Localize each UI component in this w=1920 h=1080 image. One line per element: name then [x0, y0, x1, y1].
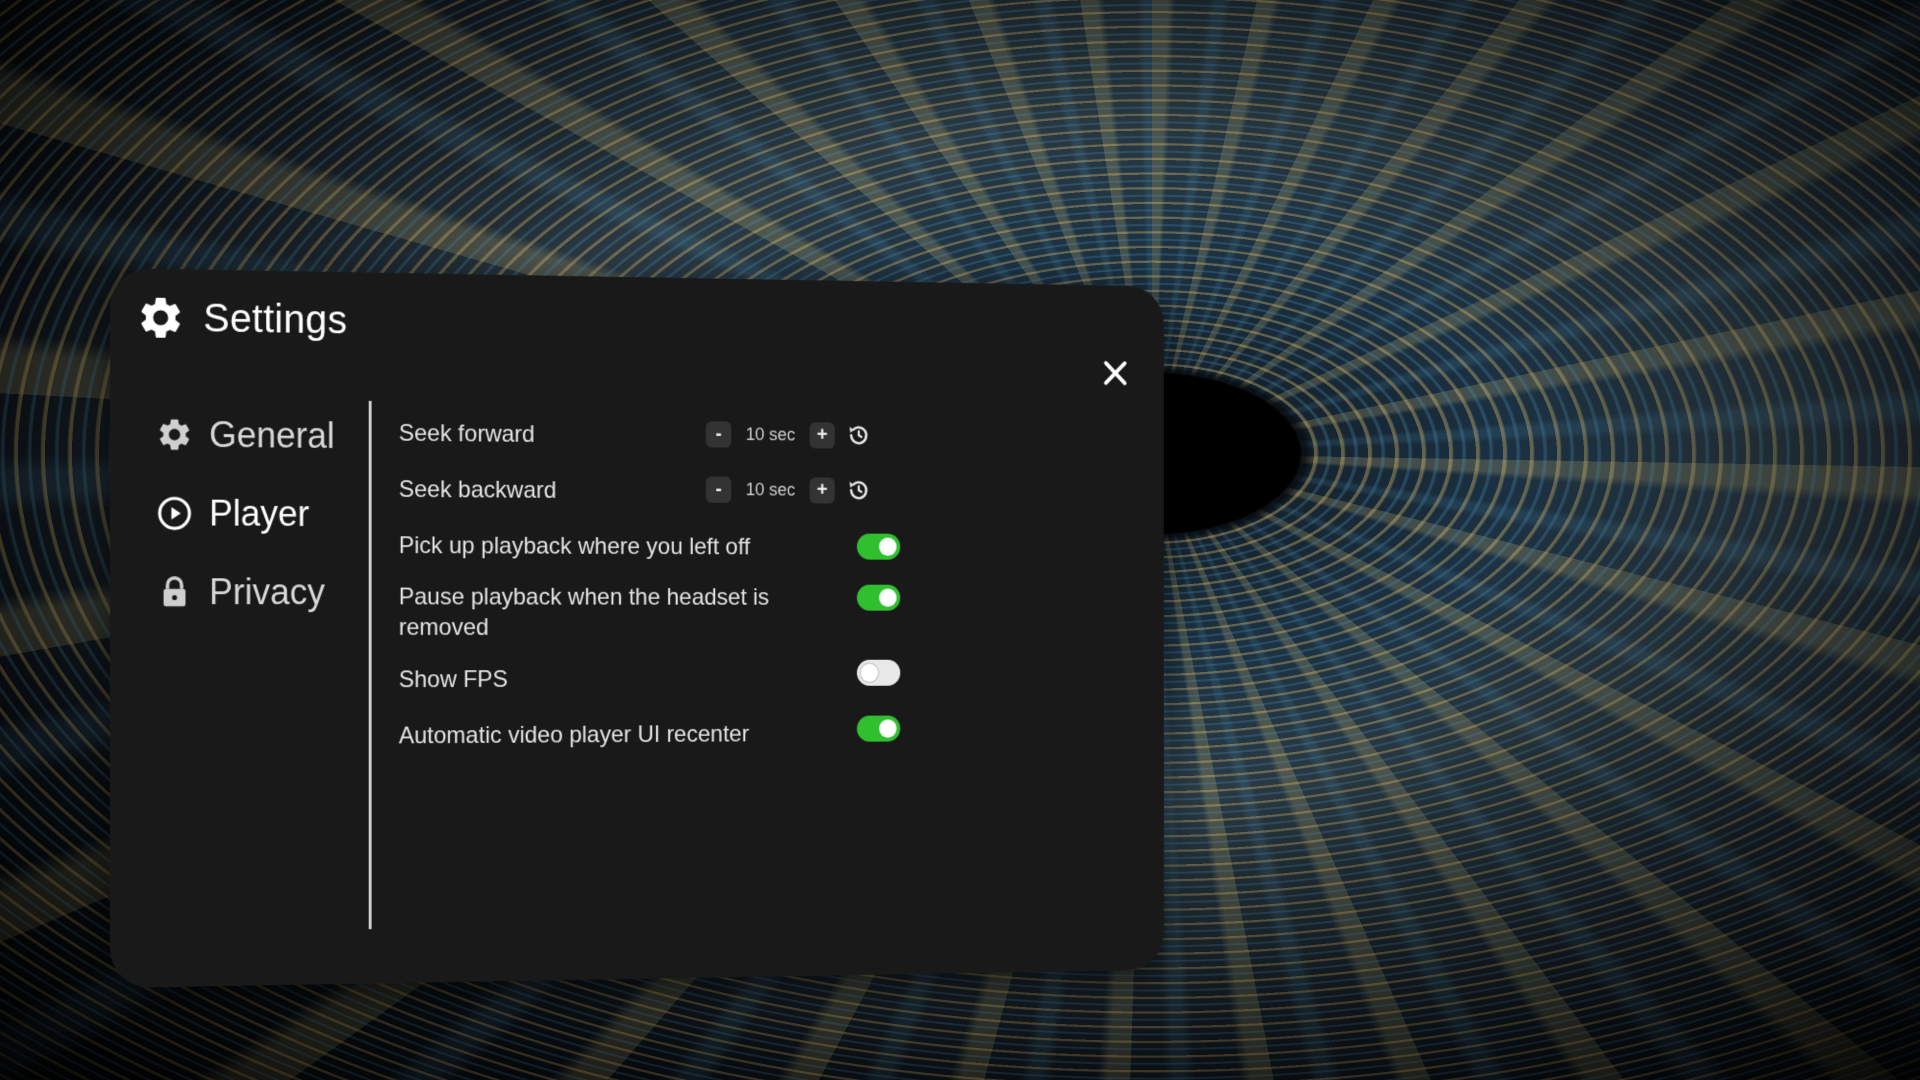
seek-forward-stepper: - 10 sec +: [705, 420, 872, 449]
ui-recenter-label: Automatic video player UI recenter: [398, 720, 750, 749]
pause-on-removal-toggle[interactable]: [856, 584, 901, 611]
seek-forward-increment-button[interactable]: +: [809, 421, 835, 449]
seek-forward-value: 10 sec: [745, 424, 796, 444]
seek-backward-reset-button[interactable]: [846, 477, 872, 504]
play-circle-icon: [156, 494, 194, 532]
sidebar-item-general[interactable]: General: [156, 410, 352, 460]
settings-sidebar: General Player Privacy: [156, 410, 352, 646]
gear-icon: [136, 292, 186, 343]
sidebar-divider: [368, 400, 372, 930]
sidebar-item-label: General: [209, 414, 335, 456]
resume-playback-toggle[interactable]: [856, 533, 901, 560]
gear-icon: [156, 415, 194, 453]
resume-playback-row: Pick up playback where you left off: [399, 525, 927, 566]
toggle-knob: [879, 537, 897, 556]
toggle-knob: [879, 588, 897, 607]
reset-icon: [846, 477, 872, 504]
seek-backward-increment-button[interactable]: +: [809, 476, 835, 504]
close-icon: [1099, 356, 1131, 391]
show-fps-toggle[interactable]: [856, 659, 901, 686]
city-background: Settings General Player Privacy Seek for…: [0, 0, 1920, 1080]
show-fps-label: Show FPS: [398, 665, 508, 693]
seek-backward-row: Seek backward - 10 sec +: [399, 469, 927, 512]
sidebar-item-label: Player: [209, 492, 310, 534]
seek-forward-row: Seek forward - 10 sec +: [399, 413, 927, 457]
pause-on-removal-row: Pause playback when the headset is remov…: [399, 582, 927, 643]
seek-forward-decrement-button[interactable]: -: [705, 420, 732, 448]
player-settings-list: Seek forward - 10 sec + Seek backward - …: [399, 413, 927, 755]
resume-playback-label: Pick up playback where you left off: [398, 531, 751, 560]
sidebar-item-label: Privacy: [209, 571, 325, 613]
seek-backward-value: 10 sec: [745, 479, 796, 499]
settings-header: Settings: [136, 292, 347, 345]
seek-backward-stepper: - 10 sec +: [705, 476, 872, 504]
page-title: Settings: [203, 296, 348, 342]
seek-backward-decrement-button[interactable]: -: [705, 476, 732, 503]
sidebar-item-privacy[interactable]: Privacy: [156, 568, 352, 616]
ui-recenter-row: Automatic video player UI recenter: [399, 713, 927, 755]
reset-icon: [846, 422, 872, 449]
toggle-knob: [879, 719, 897, 738]
settings-panel: Settings General Player Privacy Seek for…: [110, 268, 1164, 988]
toggle-knob: [860, 663, 879, 682]
close-button[interactable]: [1099, 356, 1131, 391]
lock-icon: [156, 573, 194, 611]
ui-recenter-toggle[interactable]: [856, 715, 901, 742]
sidebar-item-player[interactable]: Player: [156, 489, 352, 538]
pause-on-removal-label: Pause playback when the headset is remov…: [398, 583, 770, 641]
show-fps-row: Show FPS: [399, 659, 927, 699]
seek-forward-reset-button[interactable]: [846, 422, 872, 449]
